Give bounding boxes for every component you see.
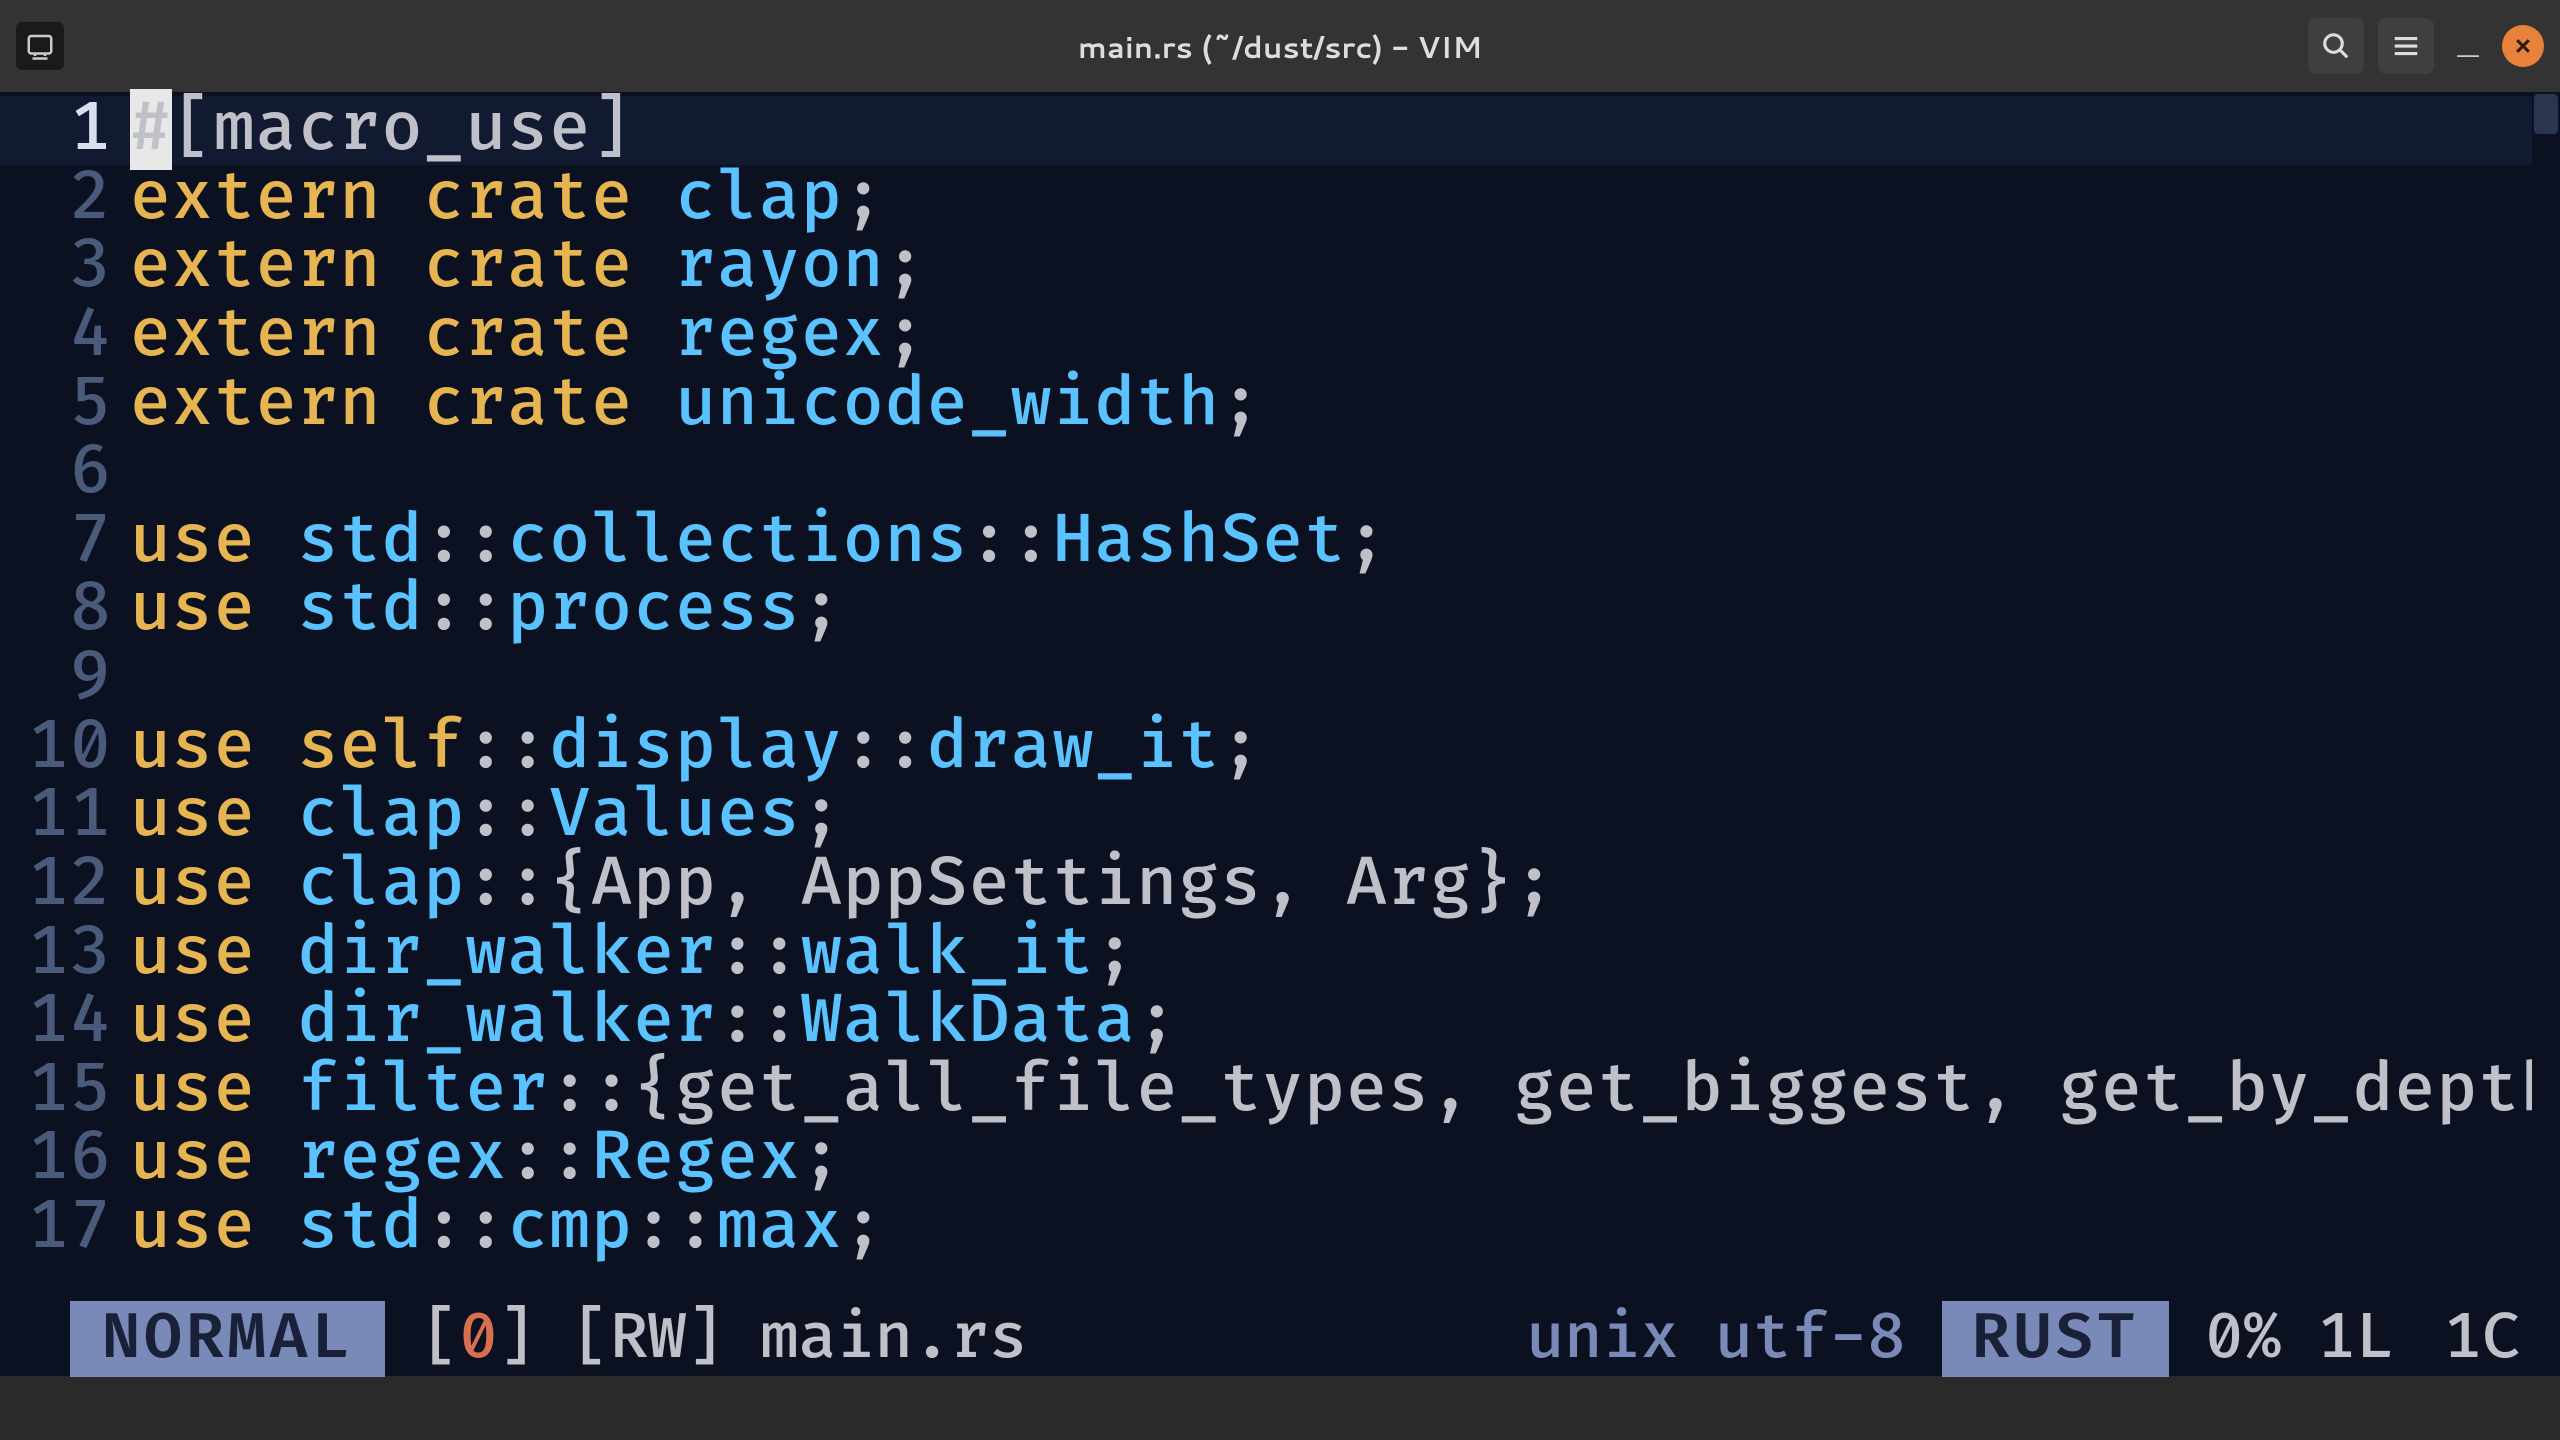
code-content[interactable]: extern crate clap; [130,165,885,234]
code-line[interactable]: 17use std::cmp::max; [0,1194,2560,1263]
window-title: main.rs (~/dust/src) - VIM [1078,25,1482,68]
code-content[interactable]: use clap::{App, AppSettings, Arg}; [130,851,1556,920]
code-line[interactable]: 8use std::process; [0,576,2560,645]
line-number: 6 [0,439,130,508]
code-content[interactable]: use filter::{get_all_file_types, get_big… [130,1057,2560,1126]
code-content[interactable]: use self::display::draw_it; [130,714,1262,783]
app-window: main.rs (~/dust/src) - VIM _ 1#[macro_us… [0,0,2560,1440]
editor[interactable]: 1#[macro_use]2extern crate clap;3extern … [0,92,2560,1376]
status-readwrite: [RW] [572,1301,725,1377]
line-number: 7 [0,508,130,577]
bottom-chrome-bar [0,1376,2560,1440]
code-line[interactable]: 6 [0,439,2560,508]
status-buffer-indicator: [0] [421,1301,535,1377]
line-number: 2 [0,165,130,234]
titlebar-left [16,22,76,70]
vertical-scrollbar[interactable] [2532,92,2560,1308]
code-content[interactable]: use std::process; [130,576,843,645]
code-line[interactable]: 9 [0,645,2560,714]
status-filename: main.rs [760,1301,1027,1377]
line-number: 3 [0,233,130,302]
status-mode: NORMAL [70,1301,385,1377]
status-line-number: 1L [2317,1301,2393,1377]
code-content[interactable]: extern crate unicode_width; [130,371,1262,440]
status-language: RUST [1942,1301,2170,1377]
code-line[interactable]: 7use std::collections::HashSet; [0,508,2560,577]
search-button[interactable] [2308,18,2364,74]
line-number: 9 [0,645,130,714]
line-number: 13 [0,920,130,989]
code-line[interactable]: 15use filter::{get_all_file_types, get_b… [0,1057,2560,1126]
code-line[interactable]: 14use dir_walker::WalkData; [0,988,2560,1057]
code-line[interactable]: 12use clap::{App, AppSettings, Arg}; [0,851,2560,920]
code-line[interactable]: 5extern crate unicode_width; [0,371,2560,440]
app-icon[interactable] [16,22,64,70]
titlebar-right: _ [2308,18,2544,74]
line-number: 16 [0,1125,130,1194]
line-number: 17 [0,1194,130,1263]
line-number: 15 [0,1057,130,1126]
minimize-button[interactable]: _ [2448,26,2488,66]
line-number: 1 [0,96,130,165]
code-content[interactable]: use dir_walker::WalkData; [130,988,1178,1057]
status-percent: 0% [2205,1301,2281,1377]
code-line[interactable]: 10use self::display::draw_it; [0,714,2560,783]
status-column-number: 1C [2444,1301,2520,1377]
line-number: 12 [0,851,130,920]
code-content[interactable]: extern crate rayon; [130,233,927,302]
scrollbar-thumb[interactable] [2534,94,2558,134]
code-line[interactable]: 11use clap::Values; [0,782,2560,851]
code-line[interactable]: 4extern crate regex; [0,302,2560,371]
code-line[interactable]: 3extern crate rayon; [0,233,2560,302]
line-number: 4 [0,302,130,371]
code-content[interactable]: use std::collections::HashSet; [130,508,1388,577]
status-encoding: utf-8 [1715,1301,1906,1377]
titlebar: main.rs (~/dust/src) - VIM _ [0,0,2560,92]
code-line[interactable]: 13use dir_walker::walk_it; [0,920,2560,989]
code-line[interactable]: 2extern crate clap; [0,165,2560,234]
close-button[interactable] [2502,25,2544,67]
code-content[interactable]: #[macro_use] [130,96,633,165]
code-line[interactable]: 16use regex::Regex; [0,1125,2560,1194]
line-number: 8 [0,576,130,645]
status-line: NORMAL [0] [RW] main.rs unix utf-8 RUST … [0,1302,2560,1376]
line-number: 11 [0,782,130,851]
code-area[interactable]: 1#[macro_use]2extern crate clap;3extern … [0,96,2560,1302]
code-content[interactable]: use std::cmp::max; [130,1194,885,1263]
line-number: 10 [0,714,130,783]
line-number: 5 [0,371,130,440]
status-fileformat: unix [1526,1301,1679,1377]
line-number: 14 [0,988,130,1057]
code-content[interactable]: extern crate regex; [130,302,927,371]
hamburger-menu-button[interactable] [2378,18,2434,74]
code-content[interactable]: use dir_walker::walk_it; [130,920,1136,989]
code-content[interactable]: use regex::Regex; [130,1125,843,1194]
code-line[interactable]: 1#[macro_use] [0,96,2560,165]
code-content[interactable]: use clap::Values; [130,782,843,851]
